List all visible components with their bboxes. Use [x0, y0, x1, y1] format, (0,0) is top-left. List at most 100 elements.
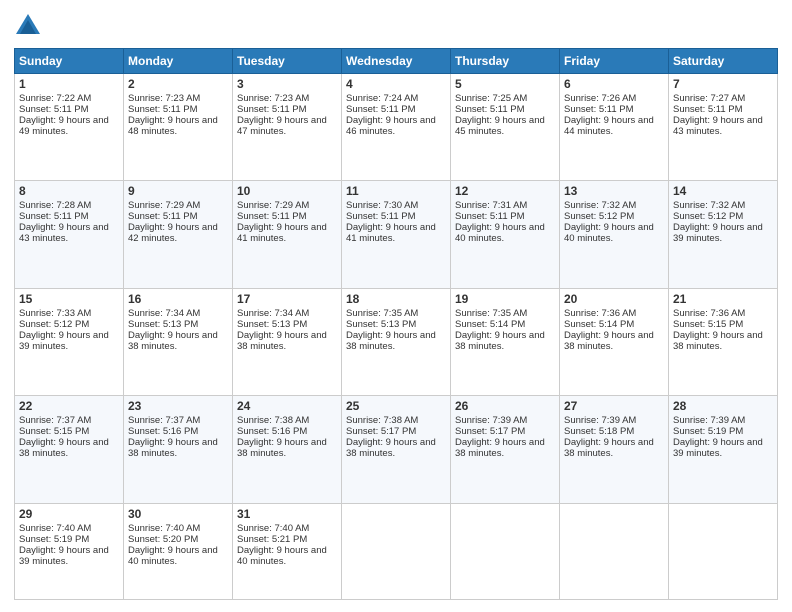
sunset-label: Sunset: 5:20 PM [128, 534, 198, 545]
sunrise-label: Sunrise: 7:37 AM [128, 415, 200, 426]
calendar-cell: 1Sunrise: 7:22 AMSunset: 5:11 PMDaylight… [15, 74, 124, 181]
daylight-label: Daylight: 9 hours and 38 minutes. [564, 437, 654, 459]
day-number: 27 [564, 399, 664, 413]
daylight-label: Daylight: 9 hours and 38 minutes. [128, 330, 218, 352]
sunrise-label: Sunrise: 7:30 AM [346, 200, 418, 211]
day-number: 14 [673, 184, 773, 198]
day-number: 11 [346, 184, 446, 198]
sunrise-label: Sunrise: 7:29 AM [237, 200, 309, 211]
day-number: 2 [128, 77, 228, 91]
sunrise-label: Sunrise: 7:27 AM [673, 93, 745, 104]
logo-icon [14, 12, 42, 40]
calendar-cell: 17Sunrise: 7:34 AMSunset: 5:13 PMDayligh… [233, 288, 342, 395]
sunrise-label: Sunrise: 7:32 AM [673, 200, 745, 211]
sunset-label: Sunset: 5:11 PM [19, 104, 89, 115]
day-number: 15 [19, 292, 119, 306]
daylight-label: Daylight: 9 hours and 38 minutes. [673, 330, 763, 352]
day-number: 25 [346, 399, 446, 413]
week-row-3: 15Sunrise: 7:33 AMSunset: 5:12 PMDayligh… [15, 288, 778, 395]
daylight-label: Daylight: 9 hours and 38 minutes. [455, 330, 545, 352]
sunrise-label: Sunrise: 7:31 AM [455, 200, 527, 211]
sunrise-label: Sunrise: 7:24 AM [346, 93, 418, 104]
sunset-label: Sunset: 5:11 PM [128, 104, 198, 115]
daylight-label: Daylight: 9 hours and 39 minutes. [19, 545, 109, 567]
daylight-label: Daylight: 9 hours and 41 minutes. [346, 222, 436, 244]
weekday-header-wednesday: Wednesday [342, 49, 451, 74]
page: SundayMondayTuesdayWednesdayThursdayFrid… [0, 0, 792, 612]
week-row-4: 22Sunrise: 7:37 AMSunset: 5:15 PMDayligh… [15, 396, 778, 503]
day-number: 12 [455, 184, 555, 198]
sunset-label: Sunset: 5:11 PM [455, 104, 525, 115]
calendar-cell [560, 503, 669, 599]
daylight-label: Daylight: 9 hours and 39 minutes. [673, 437, 763, 459]
weekday-header-tuesday: Tuesday [233, 49, 342, 74]
daylight-label: Daylight: 9 hours and 40 minutes. [455, 222, 545, 244]
calendar-cell: 3Sunrise: 7:23 AMSunset: 5:11 PMDaylight… [233, 74, 342, 181]
daylight-label: Daylight: 9 hours and 43 minutes. [19, 222, 109, 244]
sunrise-label: Sunrise: 7:38 AM [237, 415, 309, 426]
day-number: 9 [128, 184, 228, 198]
daylight-label: Daylight: 9 hours and 39 minutes. [673, 222, 763, 244]
sunrise-label: Sunrise: 7:40 AM [128, 523, 200, 534]
sunrise-label: Sunrise: 7:40 AM [19, 523, 91, 534]
sunrise-label: Sunrise: 7:23 AM [237, 93, 309, 104]
calendar-cell: 8Sunrise: 7:28 AMSunset: 5:11 PMDaylight… [15, 181, 124, 288]
sunset-label: Sunset: 5:12 PM [19, 319, 89, 330]
day-number: 22 [19, 399, 119, 413]
day-number: 30 [128, 507, 228, 521]
calendar-cell: 20Sunrise: 7:36 AMSunset: 5:14 PMDayligh… [560, 288, 669, 395]
calendar-cell: 2Sunrise: 7:23 AMSunset: 5:11 PMDaylight… [124, 74, 233, 181]
sunrise-label: Sunrise: 7:34 AM [237, 308, 309, 319]
daylight-label: Daylight: 9 hours and 40 minutes. [564, 222, 654, 244]
calendar-cell: 25Sunrise: 7:38 AMSunset: 5:17 PMDayligh… [342, 396, 451, 503]
sunset-label: Sunset: 5:11 PM [346, 211, 416, 222]
day-number: 28 [673, 399, 773, 413]
sunrise-label: Sunrise: 7:26 AM [564, 93, 636, 104]
day-number: 6 [564, 77, 664, 91]
day-number: 20 [564, 292, 664, 306]
sunset-label: Sunset: 5:14 PM [564, 319, 634, 330]
calendar-cell: 27Sunrise: 7:39 AMSunset: 5:18 PMDayligh… [560, 396, 669, 503]
daylight-label: Daylight: 9 hours and 46 minutes. [346, 115, 436, 137]
day-number: 4 [346, 77, 446, 91]
sunrise-label: Sunrise: 7:40 AM [237, 523, 309, 534]
sunrise-label: Sunrise: 7:22 AM [19, 93, 91, 104]
calendar-cell: 4Sunrise: 7:24 AMSunset: 5:11 PMDaylight… [342, 74, 451, 181]
sunrise-label: Sunrise: 7:37 AM [19, 415, 91, 426]
sunset-label: Sunset: 5:17 PM [455, 426, 525, 437]
sunrise-label: Sunrise: 7:35 AM [455, 308, 527, 319]
daylight-label: Daylight: 9 hours and 43 minutes. [673, 115, 763, 137]
calendar-cell: 21Sunrise: 7:36 AMSunset: 5:15 PMDayligh… [669, 288, 778, 395]
calendar-cell: 29Sunrise: 7:40 AMSunset: 5:19 PMDayligh… [15, 503, 124, 599]
day-number: 7 [673, 77, 773, 91]
week-row-2: 8Sunrise: 7:28 AMSunset: 5:11 PMDaylight… [15, 181, 778, 288]
day-number: 29 [19, 507, 119, 521]
calendar-table: SundayMondayTuesdayWednesdayThursdayFrid… [14, 48, 778, 600]
daylight-label: Daylight: 9 hours and 41 minutes. [237, 222, 327, 244]
calendar-cell: 10Sunrise: 7:29 AMSunset: 5:11 PMDayligh… [233, 181, 342, 288]
sunrise-label: Sunrise: 7:35 AM [346, 308, 418, 319]
sunset-label: Sunset: 5:11 PM [237, 211, 307, 222]
sunrise-label: Sunrise: 7:39 AM [673, 415, 745, 426]
sunset-label: Sunset: 5:16 PM [237, 426, 307, 437]
sunset-label: Sunset: 5:11 PM [455, 211, 525, 222]
logo [14, 12, 46, 40]
day-number: 8 [19, 184, 119, 198]
calendar-cell: 5Sunrise: 7:25 AMSunset: 5:11 PMDaylight… [451, 74, 560, 181]
daylight-label: Daylight: 9 hours and 45 minutes. [455, 115, 545, 137]
daylight-label: Daylight: 9 hours and 42 minutes. [128, 222, 218, 244]
week-row-5: 29Sunrise: 7:40 AMSunset: 5:19 PMDayligh… [15, 503, 778, 599]
sunset-label: Sunset: 5:15 PM [19, 426, 89, 437]
daylight-label: Daylight: 9 hours and 44 minutes. [564, 115, 654, 137]
sunset-label: Sunset: 5:11 PM [237, 104, 307, 115]
sunrise-label: Sunrise: 7:39 AM [564, 415, 636, 426]
daylight-label: Daylight: 9 hours and 48 minutes. [128, 115, 218, 137]
calendar-cell: 15Sunrise: 7:33 AMSunset: 5:12 PMDayligh… [15, 288, 124, 395]
calendar-cell: 23Sunrise: 7:37 AMSunset: 5:16 PMDayligh… [124, 396, 233, 503]
calendar-cell: 31Sunrise: 7:40 AMSunset: 5:21 PMDayligh… [233, 503, 342, 599]
day-number: 1 [19, 77, 119, 91]
calendar-cell: 12 Sunrise: 7:31 AMSunset: 5:11 PMDayligh… [451, 181, 560, 288]
sunrise-label: Sunrise: 7:38 AM [346, 415, 418, 426]
sunset-label: Sunset: 5:21 PM [237, 534, 307, 545]
calendar-cell: 13Sunrise: 7:32 AMSunset: 5:12 PMDayligh… [560, 181, 669, 288]
